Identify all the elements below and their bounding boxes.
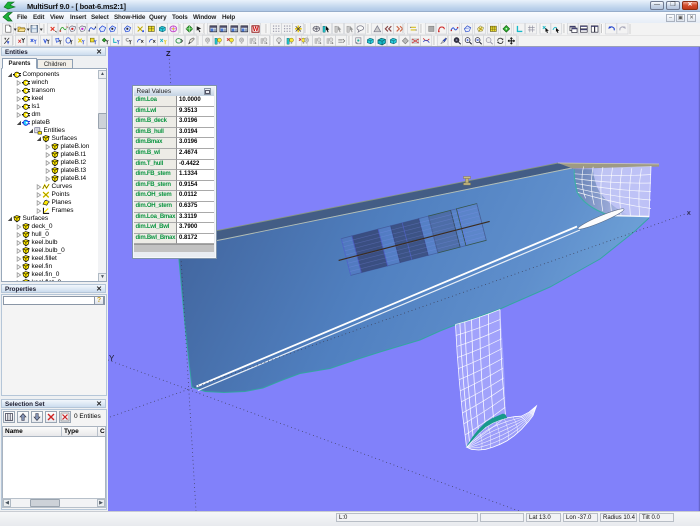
svg-text:x: x — [687, 208, 691, 217]
svg-text:Z: Z — [166, 49, 171, 58]
svg-text:Y: Y — [109, 354, 115, 363]
svg-text:W: W — [253, 27, 259, 33]
